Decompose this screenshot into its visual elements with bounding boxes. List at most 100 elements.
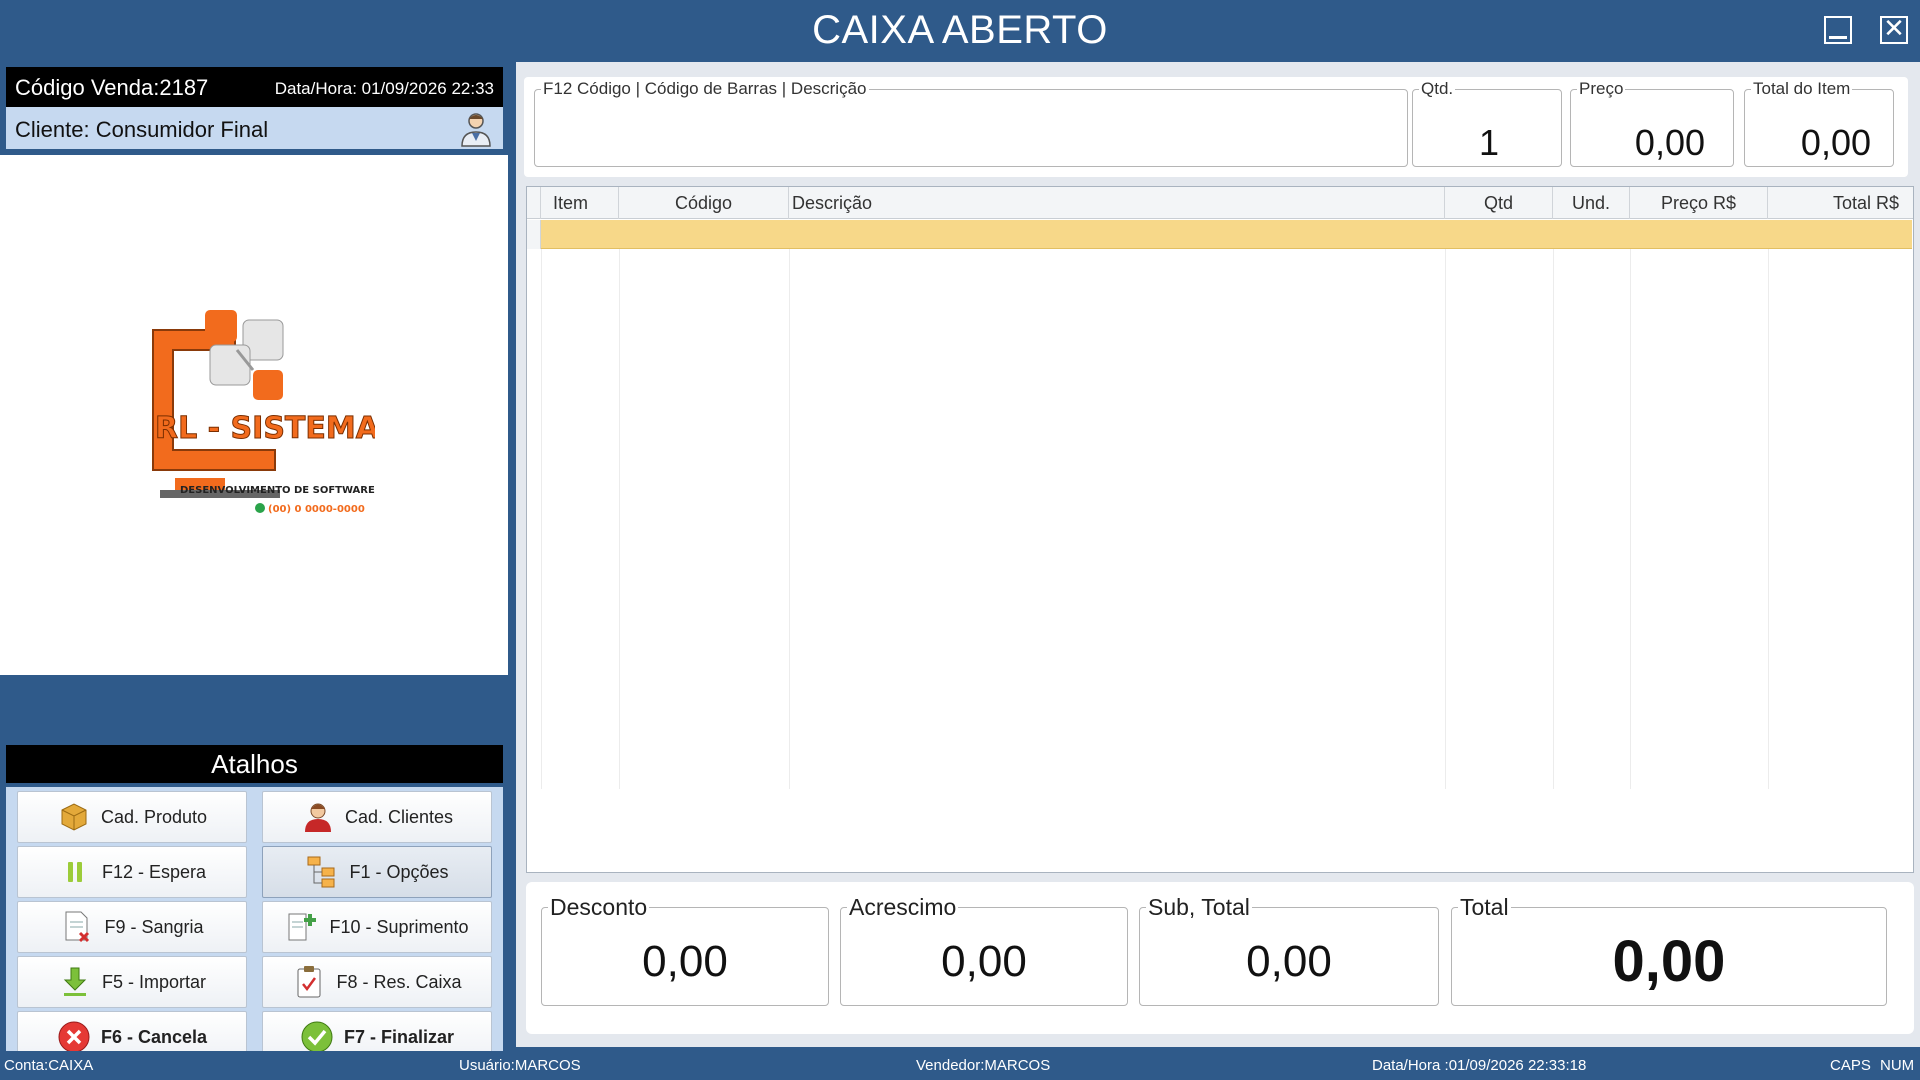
finalize-label: F7 - Finalizar [343, 1026, 455, 1047]
sale-header: Código Venda:2187 Data/Hora: 01/09/2026 … [6, 67, 503, 107]
product-register-button[interactable]: Cad. Produto [17, 791, 247, 843]
column-divider [1630, 249, 1631, 789]
check-icon [300, 1020, 334, 1054]
options-label: F1 - Opções [349, 861, 449, 882]
import-button[interactable]: F5 - Importar [17, 956, 247, 1008]
document-add-icon [285, 910, 319, 944]
item-total-value: 0,00 [1800, 122, 1871, 163]
price-value[interactable]: 0,00 [1635, 122, 1705, 164]
shortcuts-header: Atalhos [6, 745, 503, 783]
search-input[interactable] [539, 130, 1403, 164]
quantity-value[interactable]: 1 [1479, 122, 1499, 164]
column-divider [619, 249, 620, 789]
row-indicator-header [527, 187, 541, 219]
sale-area: F12 Código | Código de Barras | Descriçã… [516, 62, 1920, 1047]
client-register-button[interactable]: Cad. Clientes [262, 791, 492, 843]
box-icon [57, 800, 91, 834]
close-button[interactable]: ✕ [1880, 16, 1908, 44]
options-button[interactable]: F1 - Opções [262, 846, 492, 898]
logo-tagline: DESENVOLVIMENTO DE SOFTWARE [180, 485, 375, 496]
minimize-button[interactable] [1824, 16, 1852, 44]
column-header-unit[interactable]: Und. [1553, 187, 1630, 219]
shortcuts-grid: Cad. Produto Cad. Clientes F12 - Espera … [6, 787, 503, 1080]
column-header-qty[interactable]: Qtd [1445, 187, 1553, 219]
withdrawal-button[interactable]: F9 - Sangria [17, 901, 247, 953]
item-entry-panel: F12 Código | Código de Barras | Descriçã… [524, 77, 1908, 177]
price-field[interactable]: Preço 0,00 [1570, 79, 1734, 167]
window-title: CAIXA ABERTO [812, 8, 1108, 52]
status-account: Conta:CAIXA [4, 1057, 94, 1074]
sale-datetime: Data/Hora: 01/09/2026 22:33 [274, 79, 494, 98]
logo-phone: (00) 0 0000-0000 [268, 504, 365, 515]
options-tree-icon [305, 855, 339, 889]
status-caps: CAPS [1830, 1057, 1871, 1074]
quantity-field[interactable]: Qtd. 1 [1412, 79, 1562, 167]
surcharge-value[interactable]: 0,00 [841, 937, 1127, 987]
search-legend: F12 Código | Código de Barras | Descriçã… [543, 79, 867, 98]
user-icon[interactable] [459, 111, 493, 147]
total-label: Total [1460, 894, 1509, 920]
price-legend: Preço [1579, 79, 1624, 98]
status-seller: Vendedor:MARCOS [916, 1057, 1051, 1074]
search-field[interactable]: F12 Código | Código de Barras | Descriçã… [534, 79, 1408, 167]
total-value: 0,00 [1612, 929, 1726, 994]
discount-label: Desconto [550, 894, 648, 920]
column-header-code[interactable]: Código [619, 187, 789, 219]
status-datetime: Data/Hora :01/09/2026 22:33:18 [1372, 1057, 1587, 1074]
subtotal-value: 0,00 [1246, 937, 1332, 986]
hold-label: F12 - Espera [101, 861, 207, 882]
subtotal-label: Sub, Total [1148, 894, 1250, 920]
surcharge-box[interactable]: Acrescimo 0,00 [840, 894, 1128, 1006]
item-total-field: Total do Item 0,00 [1744, 79, 1894, 167]
withdrawal-label: F9 - Sangria [104, 916, 204, 937]
pause-icon [58, 855, 92, 889]
download-icon [58, 965, 92, 999]
column-header-price[interactable]: Preço R$ [1630, 187, 1768, 219]
close-icon: ✕ [1883, 14, 1905, 44]
logo-wordmark: RL - SISTEMAS [155, 411, 375, 446]
client-bar[interactable]: Cliente: Consumidor Final [6, 107, 503, 149]
cancel-label: F6 - Cancela [100, 1026, 208, 1047]
column-header-item[interactable]: Item [541, 187, 619, 219]
item-total-legend: Total do Item [1753, 79, 1851, 98]
client-register-label: Cad. Clientes [344, 806, 454, 827]
cash-summary-label: F8 - Res. Caixa [336, 971, 462, 992]
import-label: F5 - Importar [101, 971, 207, 992]
left-panel: Código Venda:2187 Data/Hora: 01/09/2026 … [0, 62, 508, 1080]
supply-label: F10 - Suprimento [329, 916, 469, 937]
document-remove-icon [60, 910, 94, 944]
clipboard-check-icon [292, 965, 326, 999]
discount-box[interactable]: Desconto 0,00 [541, 894, 829, 1006]
status-bar: Conta:CAIXA Usuário:MARCOS Vendedor:MARC… [0, 1051, 1920, 1080]
client-name: Cliente: Consumidor Final [15, 117, 269, 142]
totals-panel: Desconto 0,00 Acrescimo 0,00 Sub, Total … [526, 882, 1914, 1034]
sale-code: Código Venda:2187 [15, 75, 209, 100]
title-bar: CAIXA ABERTO ✕ [0, 0, 1920, 62]
supply-button[interactable]: F10 - Suprimento [262, 901, 492, 953]
subtotal-box: Sub, Total 0,00 [1139, 894, 1439, 1006]
quantity-legend: Qtd. [1421, 79, 1454, 98]
column-header-description[interactable]: Descrição [789, 187, 1445, 219]
items-table[interactable]: Item Código Descrição Qtd Und. Preço R$ … [526, 186, 1914, 873]
column-header-total[interactable]: Total R$ [1768, 187, 1913, 219]
cancel-icon [57, 1020, 91, 1054]
cash-summary-button[interactable]: F8 - Res. Caixa [262, 956, 492, 1008]
status-num: NUM [1880, 1057, 1915, 1074]
shortcuts-panel: Atalhos Cad. Produto Cad. Clientes F12 -… [0, 679, 508, 1080]
discount-value[interactable]: 0,00 [542, 937, 828, 987]
column-divider [1768, 249, 1769, 789]
table-header: Item Código Descrição Qtd Und. Preço R$ … [527, 187, 1913, 219]
status-user: Usuário:MARCOS [459, 1057, 581, 1074]
column-divider [1445, 249, 1446, 789]
logo-area: RL - SISTEMAS DESENVOLVIMENTO DE SOFTWAR… [0, 155, 508, 675]
selected-row[interactable] [541, 220, 1912, 249]
column-divider [541, 249, 542, 789]
surcharge-label: Acrescimo [849, 894, 957, 920]
person-icon [301, 800, 335, 834]
column-divider [1553, 249, 1554, 789]
row-indicator [527, 220, 541, 249]
product-register-label: Cad. Produto [100, 806, 208, 827]
column-divider [789, 249, 790, 789]
total-box: Total 0,00 [1451, 894, 1887, 1006]
hold-button[interactable]: F12 - Espera [17, 846, 247, 898]
